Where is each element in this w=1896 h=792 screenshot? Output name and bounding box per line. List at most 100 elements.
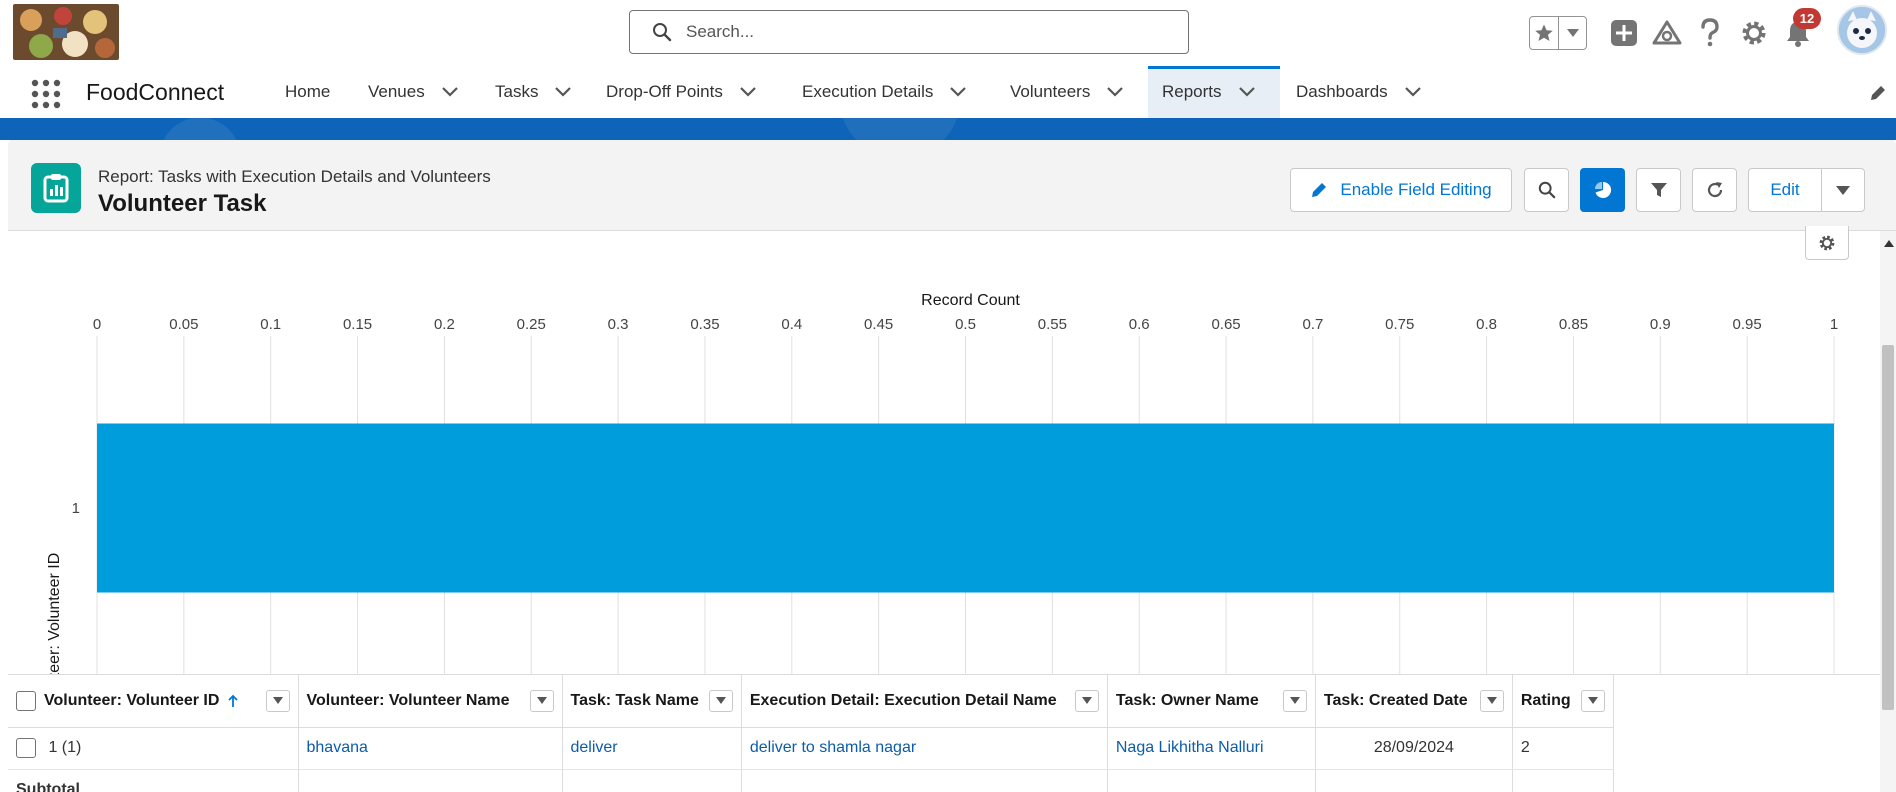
report-header: Report: Tasks with Execution Details and… <box>8 140 1896 231</box>
org-logo[interactable] <box>13 4 119 60</box>
trailhead-icon <box>1652 20 1682 45</box>
filter-icon <box>1650 183 1667 197</box>
cell-task-name-link[interactable]: deliver <box>562 727 742 770</box>
column-header-label: Volunteer: Volunteer ID <box>44 691 220 709</box>
help-button[interactable] <box>1693 16 1727 50</box>
edit-nav-button[interactable] <box>1868 83 1888 103</box>
cell-volunteer-name-link[interactable]: bhavana <box>298 727 563 770</box>
column-menu-button[interactable] <box>1074 689 1099 712</box>
enable-field-editing-button[interactable]: Enable Field Editing <box>1290 168 1512 212</box>
edit-button[interactable]: Edit <box>1748 168 1822 212</box>
report-table-container: Volunteer: Volunteer ID Volunteer: Volun… <box>8 674 1880 792</box>
y-tick-label: 1 <box>72 500 80 517</box>
nav-item-tasks[interactable]: Tasks <box>481 66 586 118</box>
x-tick-label: 0.55 <box>1038 316 1067 333</box>
table-cell <box>562 769 742 792</box>
user-avatar[interactable] <box>1837 5 1887 55</box>
column-header-task-name[interactable]: Task: Task Name <box>562 675 742 728</box>
app-launcher-button[interactable] <box>30 78 62 110</box>
scroll-up-arrow-icon[interactable] <box>1884 240 1894 247</box>
nav-item-reports[interactable]: Reports <box>1148 66 1280 118</box>
search-input[interactable] <box>684 21 1164 43</box>
waffle-icon <box>31 79 61 109</box>
column-header-volunteer-id[interactable]: Volunteer: Volunteer ID <box>8 675 299 728</box>
column-header-label: Rating <box>1520 691 1571 709</box>
column-menu-button[interactable] <box>1479 689 1504 712</box>
favorites-button[interactable] <box>1530 17 1560 49</box>
chevron-down-icon[interactable] <box>1106 83 1124 101</box>
bar-chart: Record Count 0 0.05 0.1 0.15 0.2 0.25 0.3 0.35 0.… <box>46 292 1838 674</box>
scrollbar-thumb[interactable] <box>1882 345 1894 710</box>
sort-ascending-icon[interactable] <box>227 694 239 708</box>
cell-owner-name-link[interactable]: Naga Likhitha Nalluri <box>1107 727 1316 770</box>
global-actions-button[interactable] <box>1607 16 1641 50</box>
pie-chart-icon <box>1594 181 1611 198</box>
report-table: Volunteer: Volunteer ID Volunteer: Volun… <box>8 675 1614 792</box>
column-menu-button[interactable] <box>708 689 733 712</box>
favorites-group <box>1529 16 1587 50</box>
chevron-down-icon[interactable] <box>1238 83 1256 101</box>
caret-down-icon <box>1486 697 1497 705</box>
column-header-execution-detail-name[interactable]: Execution Detail: Execution Detail Name <box>741 675 1108 728</box>
column-menu-button[interactable] <box>265 689 290 712</box>
nav-item-label: Dashboards <box>1296 82 1388 101</box>
caret-down-icon <box>1836 185 1850 195</box>
x-tick-label: 0.8 <box>1476 316 1497 333</box>
column-header-created-date[interactable]: Task: Created Date <box>1315 675 1513 728</box>
row-checkbox[interactable] <box>16 738 36 758</box>
filter-button[interactable] <box>1636 168 1681 212</box>
app-nav-bar: FoodConnect Home Venues Tasks Drop-Off P… <box>0 66 1896 118</box>
x-tick-label: 0.4 <box>781 316 802 333</box>
nav-item-venues[interactable]: Venues <box>354 66 473 118</box>
table-row: 1 (1) bhavana deliver deliver to shamla … <box>8 727 1614 770</box>
table-cell <box>1107 769 1316 792</box>
star-icon <box>1535 24 1554 41</box>
refresh-icon <box>1707 182 1722 198</box>
subtotal-label: Subtotal <box>8 769 299 792</box>
search-report-button[interactable] <box>1524 168 1569 212</box>
x-tick-label: 0.15 <box>343 316 372 333</box>
chevron-down-icon[interactable] <box>554 83 572 101</box>
column-menu-button[interactable] <box>529 689 554 712</box>
report-card: Report: Tasks with Execution Details and… <box>8 140 1896 792</box>
x-tick-label: 0.25 <box>517 316 546 333</box>
x-tick-label: 0.35 <box>690 316 719 333</box>
table-cell <box>298 769 563 792</box>
setup-button[interactable] <box>1737 16 1771 50</box>
column-menu-button[interactable] <box>1580 689 1605 712</box>
chevron-down-icon[interactable] <box>1404 83 1422 101</box>
toggle-chart-button[interactable] <box>1580 168 1625 212</box>
report-type-label: Report: Tasks with Execution Details and… <box>98 167 491 186</box>
trailhead-button[interactable] <box>1650 16 1684 50</box>
chart-settings-button[interactable] <box>1805 226 1849 260</box>
refresh-button[interactable] <box>1692 168 1737 212</box>
cell-created-date: 28/09/2024 <box>1315 727 1513 770</box>
cell-execution-detail-link[interactable]: deliver to shamla nagar <box>741 727 1108 770</box>
nav-item-label: Home <box>285 82 331 101</box>
chevron-down-icon[interactable] <box>949 83 967 101</box>
pencil-icon <box>1312 183 1327 197</box>
nav-item-volunteers[interactable]: Volunteers <box>996 66 1138 118</box>
column-header-owner-name[interactable]: Task: Owner Name <box>1107 675 1316 728</box>
nav-item-dashboards[interactable]: Dashboards <box>1282 66 1436 118</box>
nav-item-drop-off-points[interactable]: Drop-Off Points <box>592 66 771 118</box>
column-header-rating[interactable]: Rating <box>1512 675 1614 728</box>
chevron-down-icon[interactable] <box>441 83 459 101</box>
select-all-checkbox[interactable] <box>16 690 36 711</box>
column-header-volunteer-name[interactable]: Volunteer: Volunteer Name <box>298 675 563 728</box>
column-header-label: Task: Task Name <box>570 691 699 709</box>
table-cell: 1 (1) <box>8 727 299 770</box>
gear-icon <box>1742 21 1766 45</box>
edit-label: Edit <box>1770 180 1800 199</box>
nav-item-home[interactable]: Home <box>271 66 344 118</box>
nav-item-execution-details[interactable]: Execution Details <box>788 66 981 118</box>
gear-icon <box>1819 235 1835 250</box>
x-tick-label: 0.95 <box>1733 316 1762 333</box>
chevron-down-icon[interactable] <box>739 83 757 101</box>
y-axis-title: Volunteer: Volunteer ID <box>46 553 63 674</box>
column-header-label: Task: Owner Name <box>1115 691 1259 709</box>
favorites-list-button[interactable] <box>1559 17 1586 49</box>
global-search[interactable] <box>629 10 1189 54</box>
column-menu-button[interactable] <box>1282 689 1307 712</box>
more-actions-button[interactable] <box>1821 168 1865 212</box>
